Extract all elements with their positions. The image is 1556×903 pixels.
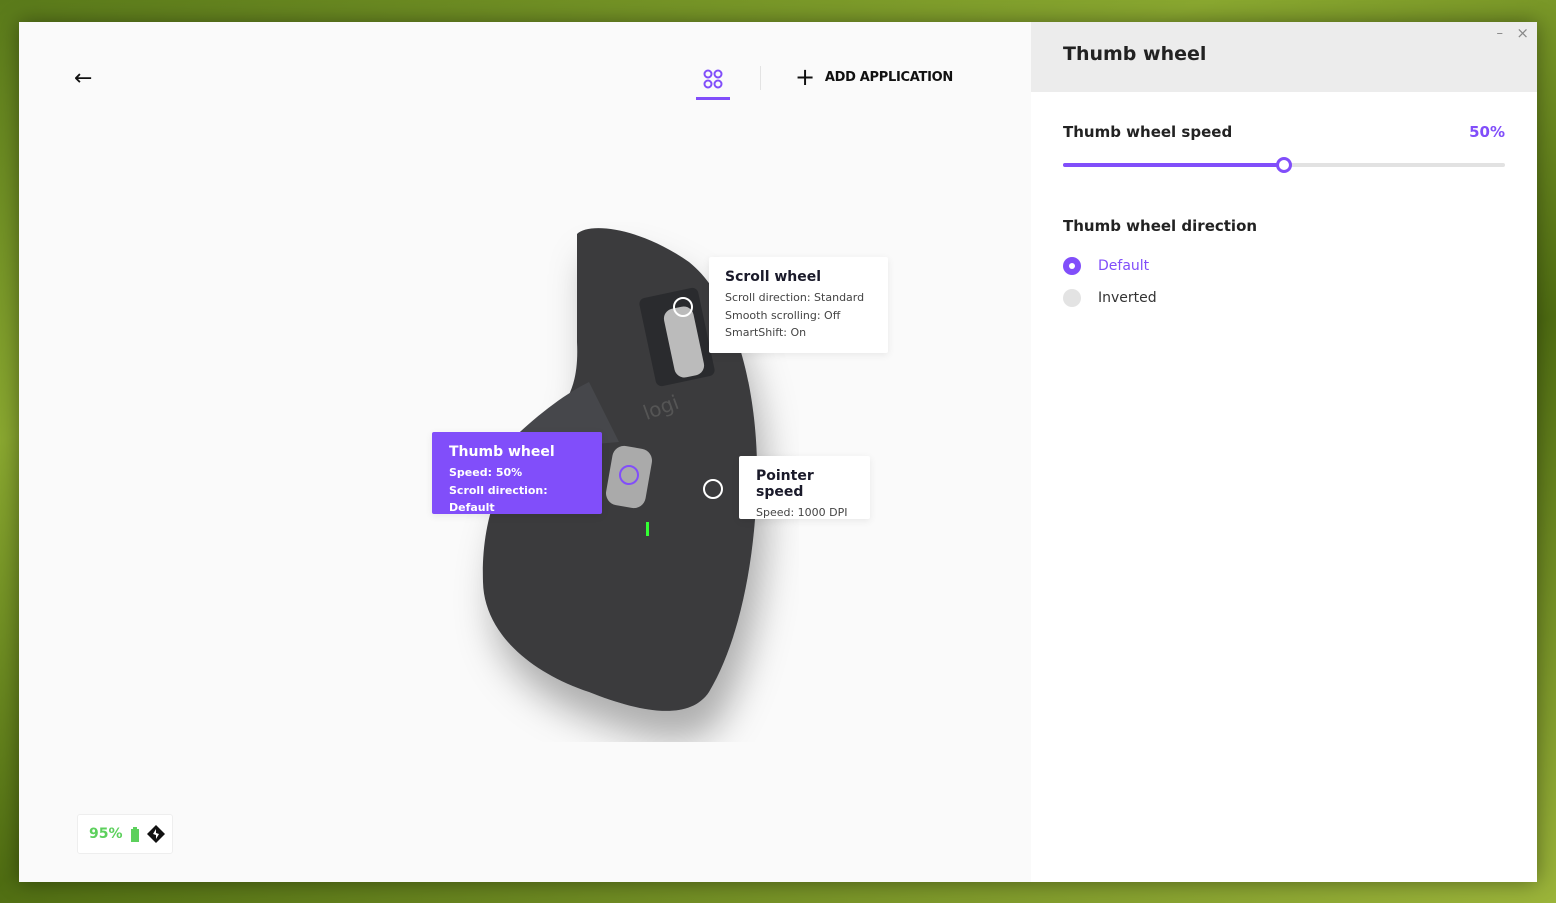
plus-icon: +	[795, 63, 815, 91]
radio-button[interactable]	[1063, 257, 1081, 275]
radio-default[interactable]: Default	[1063, 257, 1149, 275]
speed-value: 50%	[1469, 123, 1505, 141]
battery-status: 95%	[77, 814, 173, 854]
battery-icon	[130, 826, 139, 842]
device-view: ← + ADD APPLICATION logi Scroll wheel Scr…	[19, 22, 1031, 882]
logi-bolt-icon	[146, 825, 165, 843]
settings-panel: Thumb wheel – × Thumb wheel speed 50% Th…	[1031, 22, 1537, 882]
arrow-left-icon: ←	[74, 66, 93, 91]
app-window: ← + ADD APPLICATION logi Scroll wheel Scr…	[19, 22, 1537, 882]
direction-label: Thumb wheel direction	[1063, 217, 1258, 235]
speed-slider[interactable]	[1063, 157, 1505, 173]
scroll-wheel-callout[interactable]: Scroll wheel Scroll direction: Standard …	[709, 257, 888, 353]
radio-button[interactable]	[1063, 289, 1081, 307]
thumb-wheel-callout[interactable]: Thumb wheel Speed: 50% Scroll direction:…	[432, 432, 602, 514]
scroll-wheel-hotspot[interactable]	[673, 297, 693, 317]
minimize-button[interactable]: –	[1497, 26, 1504, 41]
add-application-button[interactable]: + ADD APPLICATION	[795, 63, 953, 91]
close-button[interactable]: ×	[1516, 24, 1529, 42]
speed-row: Thumb wheel speed 50%	[1063, 123, 1505, 141]
applications-tab[interactable]	[696, 66, 730, 100]
pointer-speed-hotspot[interactable]	[703, 479, 723, 499]
thumb-wheel-hotspot[interactable]	[619, 465, 639, 485]
back-button[interactable]: ←	[74, 66, 92, 91]
status-led	[646, 522, 649, 536]
slider-thumb[interactable]	[1276, 157, 1292, 173]
pointer-speed-callout[interactable]: Pointer speed Speed: 1000 DPI	[739, 456, 870, 519]
four-circles-icon	[703, 69, 723, 89]
slider-fill	[1063, 163, 1284, 167]
divider	[760, 66, 761, 90]
panel-title: Thumb wheel	[1031, 22, 1537, 92]
radio-inverted[interactable]: Inverted	[1063, 289, 1157, 307]
